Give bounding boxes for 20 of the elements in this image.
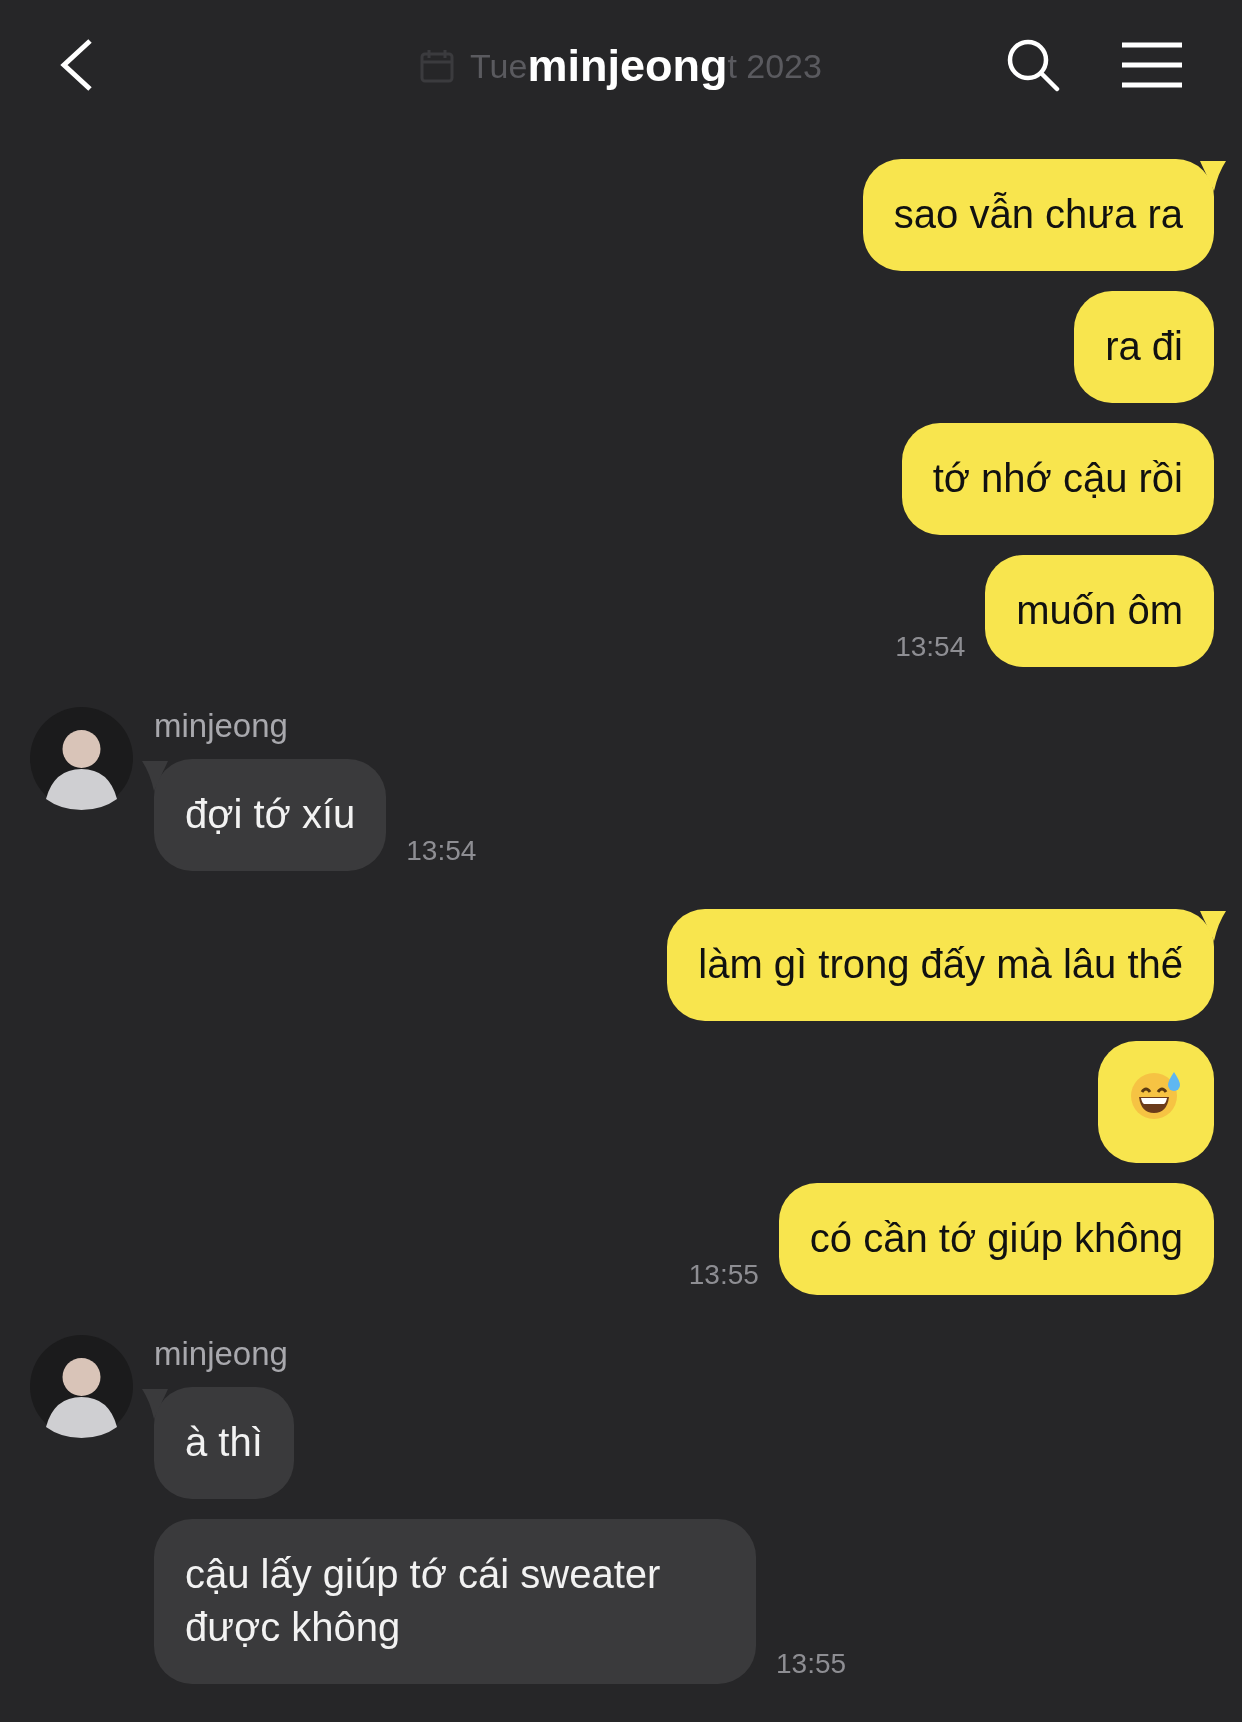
chat-title: minjeong [527,40,728,92]
sender-name: minjeong [154,1335,288,1373]
message-bubble: ra đi [1074,291,1214,403]
message-bubble: muốn ôm [985,555,1214,667]
timestamp: 13:55 [688,1259,759,1291]
message-bubble: có cần tớ giúp không [778,1183,1214,1295]
timestamp: 13:55 [776,1648,847,1680]
avatar[interactable] [30,707,133,810]
sender-name: minjeong [154,707,288,745]
search-icon[interactable] [1006,37,1060,92]
message-bubble: tớ nhớ cậu rồi [901,423,1214,535]
menu-icon[interactable] [1122,41,1182,88]
avatar[interactable] [30,1335,133,1438]
bubble-tail [1200,161,1226,191]
sweat-smile-icon [1129,1070,1183,1120]
bubble-tail [1200,911,1226,941]
timestamp: 13:54 [406,835,477,867]
timestamp: 13:54 [895,631,966,663]
message-bubble: cậu lấy giúp tớ cái sweater được không [154,1519,756,1684]
back-button[interactable] [58,37,94,92]
